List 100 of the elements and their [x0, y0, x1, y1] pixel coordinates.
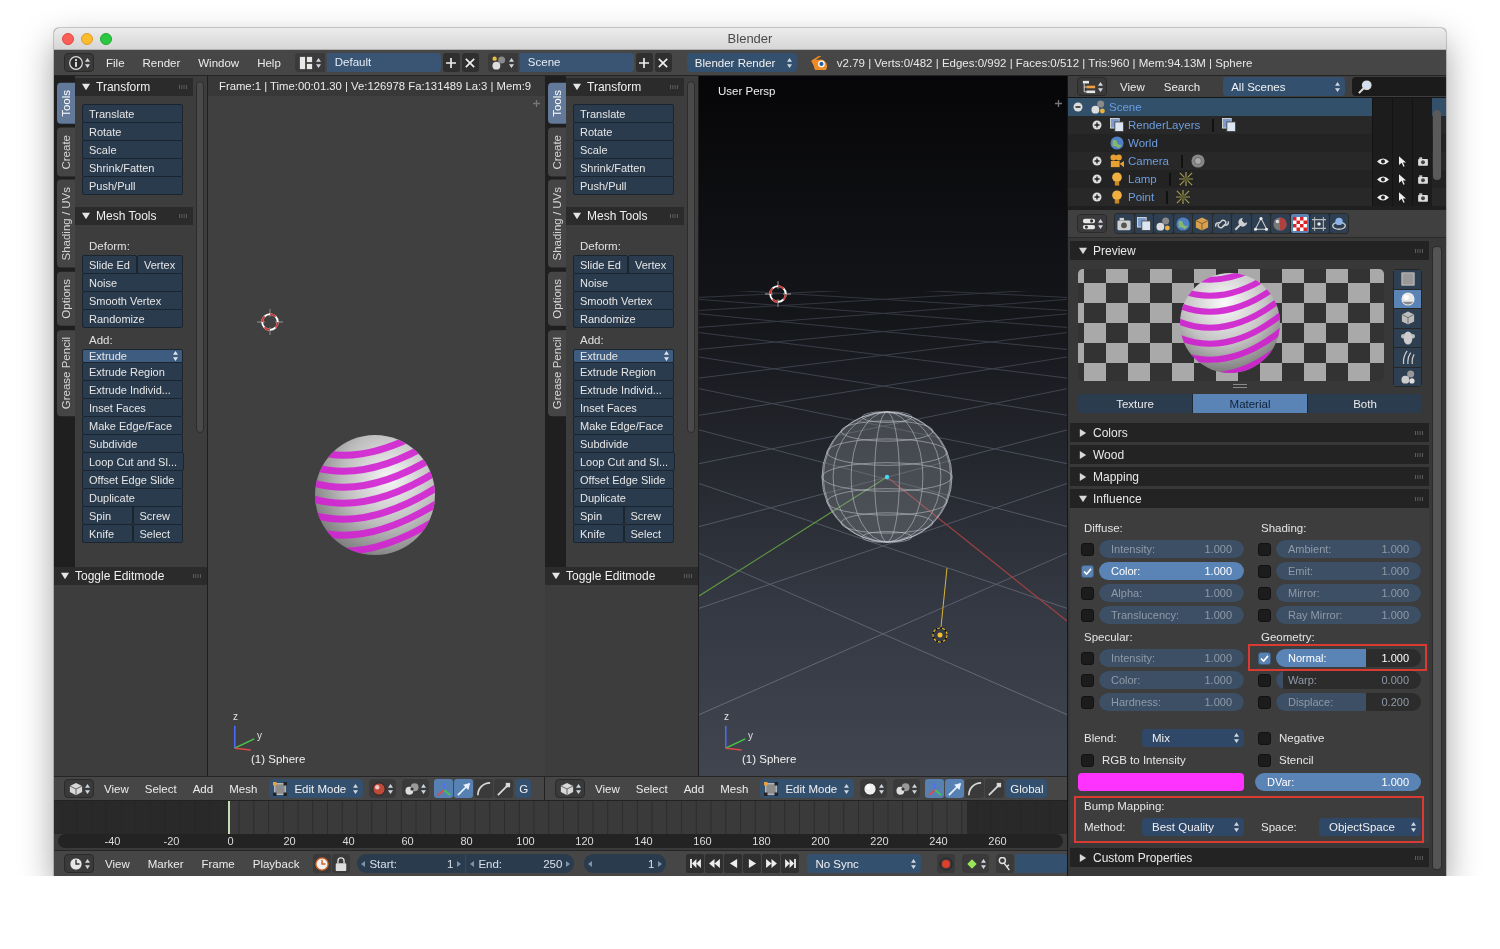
preview-range-button[interactable] — [313, 854, 332, 873]
menu-item[interactable]: Marker — [138, 857, 193, 870]
tool-button[interactable]: Rotate — [573, 122, 674, 141]
factor-slider[interactable]: Warp: 0.000 — [1276, 671, 1421, 689]
checkbox[interactable] — [1258, 753, 1271, 767]
menu-item[interactable]: Help — [248, 56, 290, 69]
checkbox[interactable] — [1081, 586, 1094, 600]
tool-button[interactable]: Spin — [573, 506, 624, 525]
delete-scene-button[interactable] — [654, 53, 672, 72]
editor-type-button[interactable] — [64, 53, 94, 72]
tool-button[interactable]: Offset Edge Slide — [82, 470, 183, 489]
menu-item[interactable]: Frame — [192, 857, 244, 870]
pivot-dropdown[interactable] — [402, 779, 430, 798]
panel-header[interactable]: Transform — [75, 78, 193, 96]
previous-keyframe-button[interactable] — [705, 854, 724, 873]
end-frame-field[interactable]: End: 250 — [466, 854, 575, 873]
menu-item[interactable]: Select — [627, 782, 676, 795]
context-tab[interactable] — [1115, 214, 1134, 233]
preview-shape-button[interactable] — [1394, 309, 1421, 328]
tool-button[interactable]: Extrude Region — [82, 362, 183, 381]
checkbox[interactable] — [1258, 542, 1271, 556]
preview-shape-button[interactable] — [1394, 348, 1421, 367]
menu-item[interactable]: Select — [136, 782, 185, 795]
start-frame-field[interactable]: Start: 1 — [357, 854, 466, 873]
tool-dropdown[interactable]: Extrude — [82, 349, 183, 363]
pointer-arrow-icon[interactable] — [1399, 191, 1406, 203]
panel-header[interactable]: Toggle Editmode — [54, 567, 207, 585]
tool-button[interactable]: Inset Faces — [573, 398, 674, 417]
delete-layout-button[interactable] — [461, 53, 479, 72]
outliner-row[interactable]: World — [1068, 134, 1446, 152]
checkbox[interactable] — [1258, 564, 1271, 578]
tool-button[interactable]: Duplicate — [573, 488, 674, 507]
resize-grip-icon[interactable] — [1232, 384, 1247, 388]
menu-item[interactable]: View — [1120, 80, 1155, 93]
checkbox[interactable] — [1081, 564, 1094, 578]
tool-button[interactable]: Duplicate — [82, 488, 183, 507]
manipulator-toggle[interactable] — [965, 779, 985, 798]
method-dropdown[interactable]: Best Quality — [1142, 818, 1244, 836]
manipulator-toggle[interactable] — [945, 779, 965, 798]
tool-button[interactable]: Slide Ed — [82, 255, 137, 274]
context-tab[interactable] — [1154, 214, 1173, 233]
shading-dropdown[interactable] — [860, 779, 888, 798]
display-mode-dropdown[interactable]: All Scenes — [1223, 77, 1346, 96]
tool-button[interactable]: Shrink/Fatten — [573, 158, 674, 177]
scene-name-field[interactable]: Scene — [519, 53, 634, 72]
outliner-row[interactable]: Lamp — [1068, 170, 1446, 188]
lock-button[interactable] — [332, 854, 351, 873]
tool-button[interactable]: Loop Cut and Sl... — [573, 452, 676, 471]
factor-slider[interactable]: DVar: 1.000 — [1255, 773, 1421, 791]
eye-icon[interactable] — [1376, 192, 1389, 202]
tool-button[interactable]: Extrude Individ... — [82, 380, 183, 399]
tool-button[interactable]: Select — [623, 524, 674, 543]
manipulator-toggle[interactable] — [925, 779, 945, 798]
current-frame-field[interactable]: 1 — [584, 854, 667, 873]
plus-circle-icon[interactable] — [1092, 192, 1102, 202]
panel-header[interactable]: Mapping — [1070, 467, 1429, 486]
preview-mode-tab[interactable]: Both — [1308, 394, 1422, 413]
tool-button[interactable]: Knife — [82, 524, 133, 543]
space-dropdown[interactable]: ObjectSpace — [1319, 818, 1421, 836]
viewport[interactable]: User Persp z y (1) Sphere — [699, 76, 1067, 776]
tool-button[interactable]: Inset Faces — [82, 398, 183, 417]
search-field[interactable] — [1352, 77, 1446, 96]
side-tab[interactable]: Shading / UVs — [57, 180, 75, 268]
layout-selector-button[interactable] — [294, 53, 325, 72]
menu-item[interactable]: Window — [189, 56, 249, 69]
play-reverse-button[interactable] — [724, 854, 743, 873]
insert-keyframe-button[interactable] — [996, 854, 1015, 873]
tool-button[interactable]: Extrude Individ... — [573, 380, 674, 399]
keying-set-dropdown[interactable] — [962, 854, 990, 873]
tool-button[interactable]: Scale — [573, 140, 674, 159]
side-tab[interactable]: Tools — [548, 83, 566, 124]
checkbox[interactable] — [1081, 673, 1094, 687]
scrollbar[interactable] — [196, 81, 204, 433]
menu-item[interactable]: Playback — [243, 857, 309, 870]
pointer-arrow-icon[interactable] — [1399, 173, 1406, 185]
checkbox[interactable] — [1258, 731, 1271, 745]
manipulator-toggle[interactable] — [985, 779, 1005, 798]
checkbox[interactable] — [1081, 608, 1094, 622]
menu-item[interactable]: View — [587, 782, 628, 795]
tool-button[interactable]: Extrude Region — [573, 362, 674, 381]
scrollbar[interactable] — [1432, 246, 1442, 870]
preview-shape-button[interactable] — [1394, 328, 1421, 347]
checkbox[interactable] — [1081, 695, 1094, 709]
scrollbar[interactable] — [687, 81, 695, 433]
tool-button[interactable]: Smooth Vertex — [82, 291, 183, 310]
tool-button[interactable]: Make Edge/Face — [573, 416, 674, 435]
checkbox[interactable] — [1258, 586, 1271, 600]
tool-button[interactable]: Smooth Vertex — [573, 291, 674, 310]
menu-item[interactable]: Mesh — [221, 782, 266, 795]
tool-button[interactable]: Loop Cut and Sl... — [82, 452, 185, 471]
preview-shape-button[interactable] — [1394, 367, 1421, 386]
panel-header[interactable]: Toggle Editmode — [545, 567, 698, 585]
menu-item[interactable]: Add — [184, 782, 222, 795]
panel-header[interactable]: Mesh Tools — [566, 207, 684, 225]
tool-button[interactable]: Noise — [573, 273, 674, 292]
editor-type-button[interactable] — [64, 779, 94, 798]
camera-icon[interactable] — [1416, 156, 1429, 166]
eye-icon[interactable] — [1376, 156, 1389, 166]
jump-to-start-button[interactable] — [686, 854, 705, 873]
color-swatch[interactable] — [1078, 773, 1244, 791]
